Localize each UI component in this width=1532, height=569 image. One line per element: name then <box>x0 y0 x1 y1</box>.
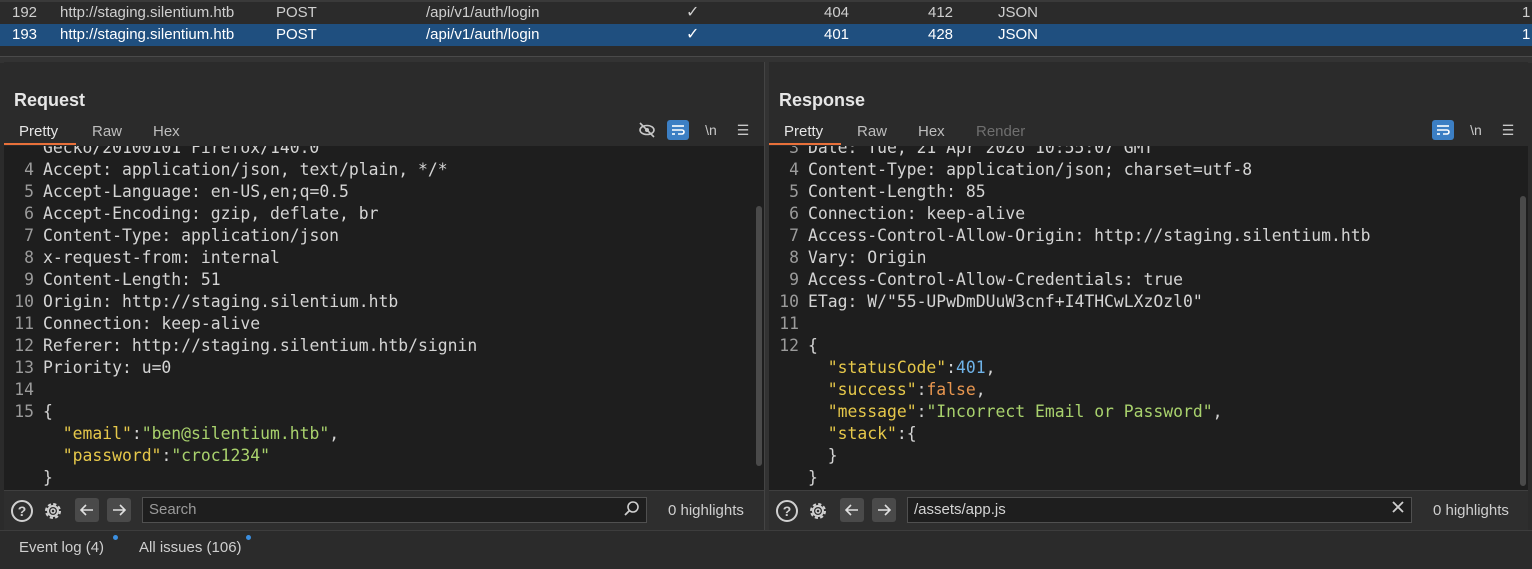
table-row[interactable]: 192 http://staging.silentium.htb POST /a… <box>0 2 1532 24</box>
request-editor[interactable]: Gecko/20100101 Firefox/140.0 4 Accept: ap… <box>4 146 764 490</box>
row-host: http://staging.silentium.htb <box>60 26 235 43</box>
table-row-selected[interactable]: 193 http://staging.silentium.htb POST /a… <box>0 24 1532 46</box>
search-previous-button[interactable] <box>75 498 99 522</box>
proxy-history-table: 192 http://staging.silentium.htb POST /a… <box>0 0 1532 46</box>
row-length: 412 <box>928 4 954 21</box>
search-value: /assets/app.js <box>914 501 1006 518</box>
row-method: POST <box>276 26 317 43</box>
request-scrollbar[interactable] <box>756 206 762 466</box>
help-icon[interactable]: ? <box>10 499 34 523</box>
search-input[interactable]: /assets/app.js <box>907 497 1412 523</box>
status-bar: Event log (4) All issues (106) <box>0 530 1532 569</box>
tab-hex[interactable]: Hex <box>153 123 180 140</box>
tab-raw[interactable]: Raw <box>857 123 887 140</box>
menu-icon[interactable]: ☰ <box>1497 120 1519 140</box>
show-newlines-button[interactable]: \n <box>700 120 722 140</box>
response-title: Response <box>779 90 866 110</box>
row-mime: JSON <box>998 4 1039 21</box>
request-panel: Request Pretty Raw Hex \n ☰ Gecko/201001… <box>4 62 764 531</box>
active-tab-indicator <box>769 143 841 145</box>
gear-icon[interactable] <box>41 499 65 523</box>
event-log-indicator <box>113 535 118 540</box>
row-host: http://staging.silentium.htb <box>60 4 235 21</box>
search-placeholder: Search <box>149 501 197 518</box>
tab-render[interactable]: Render <box>976 123 1025 140</box>
hide-headers-button[interactable] <box>636 120 658 140</box>
tab-raw[interactable]: Raw <box>92 123 122 140</box>
tab-pretty[interactable]: Pretty <box>19 123 58 140</box>
request-search-bar: ? Search 0 highlights <box>4 490 764 531</box>
search-icon <box>624 500 640 521</box>
all-issues-tab[interactable]: All issues (106) <box>139 539 242 556</box>
row-mime: JSON <box>998 26 1039 43</box>
row-extra: 1 <box>1522 4 1531 21</box>
active-tab-indicator <box>4 143 76 145</box>
highlights-count: 0 highlights <box>668 502 744 519</box>
highlights-count: 0 highlights <box>1433 502 1509 519</box>
search-next-button[interactable] <box>107 498 131 522</box>
menu-icon[interactable]: ☰ <box>732 120 754 140</box>
row-status: 404 <box>824 4 850 21</box>
row-number: 193 <box>12 26 38 43</box>
row-length: 428 <box>928 26 954 43</box>
row-extra: 1 <box>1522 26 1531 43</box>
word-wrap-icon <box>672 125 685 135</box>
word-wrap-toggle[interactable] <box>1432 120 1454 140</box>
word-wrap-toggle[interactable] <box>667 120 689 140</box>
event-log-tab[interactable]: Event log (4) <box>19 539 104 556</box>
eye-slash-icon <box>639 122 655 138</box>
row-url: /api/v1/auth/login <box>426 26 540 43</box>
row-params-check-icon: ✓ <box>686 26 700 43</box>
row-url: /api/v1/auth/login <box>426 4 540 21</box>
search-next-button[interactable] <box>872 498 896 522</box>
request-title: Request <box>14 90 86 110</box>
gear-icon[interactable] <box>806 499 830 523</box>
row-number: 192 <box>12 4 38 21</box>
row-params-check-icon: ✓ <box>686 4 700 21</box>
tab-hex[interactable]: Hex <box>918 123 945 140</box>
tab-pretty[interactable]: Pretty <box>784 123 823 140</box>
response-panel: Response Pretty Raw Hex Render \n ☰ 3 Dat… <box>769 62 1528 531</box>
word-wrap-icon <box>1437 125 1450 135</box>
search-input[interactable]: Search <box>142 497 647 523</box>
arrow-left-icon <box>80 504 93 516</box>
arrow-left-icon <box>845 504 858 516</box>
response-editor[interactable]: 3 Date: Tue, 21 Apr 2026 10:55:07 GMT 4 Co… <box>769 146 1528 490</box>
row-status: 401 <box>824 26 850 43</box>
all-issues-indicator <box>246 535 251 540</box>
response-search-bar: ? /assets/app.js 0 highlights <box>769 490 1528 531</box>
help-icon[interactable]: ? <box>775 499 799 523</box>
search-previous-button[interactable] <box>840 498 864 522</box>
arrow-right-icon <box>878 504 891 516</box>
row-method: POST <box>276 4 317 21</box>
arrow-right-icon <box>113 504 126 516</box>
clear-search-icon[interactable] <box>1391 500 1405 519</box>
response-scrollbar[interactable] <box>1520 196 1526 486</box>
show-newlines-button[interactable]: \n <box>1465 120 1487 140</box>
